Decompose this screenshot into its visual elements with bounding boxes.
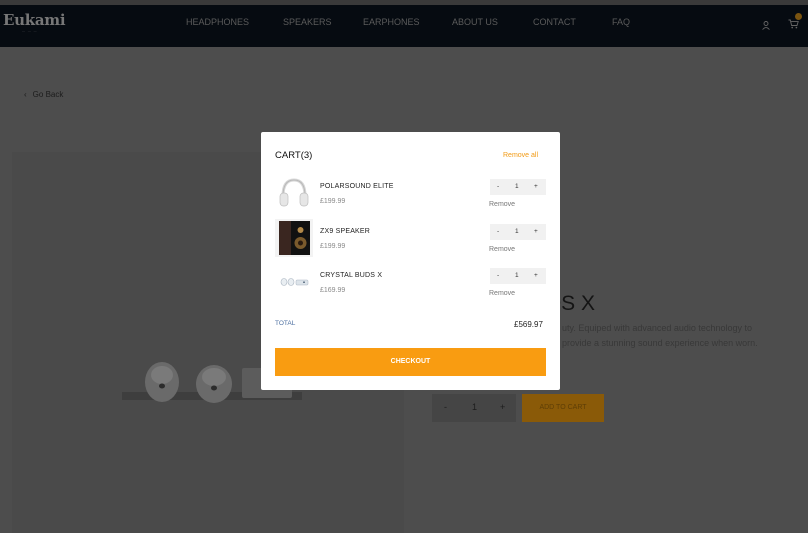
total-value: £569.97 (514, 320, 543, 329)
logo[interactable]: Eukami (3, 11, 66, 29)
quantity-value: 1 (515, 228, 519, 235)
item-thumbnail-speaker (275, 219, 313, 257)
item-price: £199.99 (320, 243, 346, 250)
go-back-link[interactable]: ‹ Go Back (24, 90, 63, 99)
item-thumbnail-earbuds (275, 263, 313, 301)
user-icon[interactable] (762, 17, 770, 35)
product-description-line-2: provide a stunning sound experience when… (562, 338, 758, 348)
cart-title: CART(3) (275, 150, 313, 161)
site-header: Eukami — — — HEADPHONES SPEAKERS EARPHON… (0, 5, 808, 47)
remove-item-button[interactable]: Remove (489, 201, 515, 208)
decrement-button[interactable]: - (497, 183, 499, 190)
increment-button[interactable]: + (534, 183, 538, 190)
checkout-button[interactable]: CHECKOUT (275, 348, 546, 376)
decrement-button[interactable]: - (497, 228, 499, 235)
item-name: ZX9 SPEAKER (320, 228, 371, 235)
product-qty-value: 1 (472, 402, 478, 412)
nav-earphones[interactable]: EARPHONES (363, 17, 420, 27)
nav-headphones[interactable]: HEADPHONES (186, 17, 249, 27)
item-thumbnail-headphones (275, 174, 313, 212)
logo-underline: — — — (22, 29, 38, 33)
product-qty-minus[interactable]: - (444, 402, 447, 412)
nav-contact[interactable]: CONTACT (533, 17, 576, 27)
item-price: £199.99 (320, 198, 346, 205)
cart-count-badge (795, 13, 802, 20)
quantity-stepper: - 1 + (490, 268, 546, 284)
decrement-button[interactable]: - (497, 272, 499, 279)
chevron-left-icon: ‹ (24, 90, 27, 99)
product-qty-plus[interactable]: + (500, 402, 505, 412)
remove-item-button[interactable]: Remove (489, 290, 515, 297)
total-label: TOTAL (275, 320, 296, 327)
add-to-cart-button[interactable]: ADD TO CART (522, 394, 604, 422)
cart-item: CRYSTAL BUDS X £169.99 - 1 + Remove (275, 263, 547, 303)
quantity-value: 1 (515, 183, 519, 190)
item-name: POLARSOUND ELITE (320, 183, 394, 190)
cart-modal: CART(3) Remove all POLARSOUND ELITE £199… (261, 132, 560, 390)
quantity-stepper: - 1 + (490, 179, 546, 195)
quantity-stepper: - 1 + (490, 224, 546, 240)
cart-item: ZX9 SPEAKER £199.99 - 1 + Remove (275, 219, 547, 259)
product-description-line-1: uty. Equiped with advanced audio technol… (562, 323, 752, 333)
remove-all-button[interactable]: Remove all (503, 152, 538, 159)
cart-item: POLARSOUND ELITE £199.99 - 1 + Remove (275, 174, 547, 214)
nav-about-us[interactable]: ABOUT US (452, 17, 498, 27)
increment-button[interactable]: + (534, 228, 538, 235)
quantity-value: 1 (515, 272, 519, 279)
nav-speakers[interactable]: SPEAKERS (283, 17, 332, 27)
remove-item-button[interactable]: Remove (489, 246, 515, 253)
go-back-label: Go Back (32, 90, 64, 99)
nav-faq[interactable]: FAQ (612, 17, 630, 27)
item-price: £169.99 (320, 287, 346, 294)
increment-button[interactable]: + (534, 272, 538, 279)
product-quantity-stepper: - 1 + (432, 394, 516, 422)
item-name: CRYSTAL BUDS X (320, 272, 383, 279)
